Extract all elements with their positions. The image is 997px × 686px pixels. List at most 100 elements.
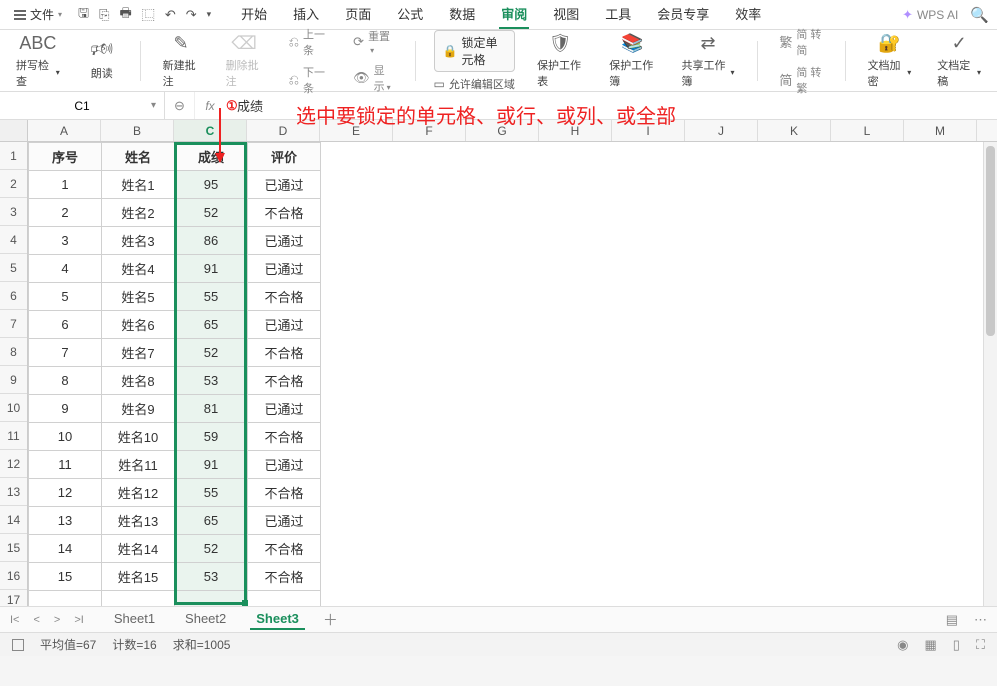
cell[interactable]: 86 [175,227,248,255]
sheet-first-icon[interactable]: I< [10,614,19,626]
show-button[interactable]: 👁显示 [349,61,397,95]
cell[interactable]: 11 [29,451,102,479]
menu-tab-2[interactable]: 页面 [343,0,373,29]
cell[interactable]: 1 [29,171,102,199]
spellcheck-button[interactable]: ABC 拼写检查 [12,31,64,91]
cell[interactable]: 不合格 [248,563,321,591]
chevron-down-icon[interactable]: ▾ [207,9,212,20]
row-header-14[interactable]: 14 [0,506,27,534]
lock-cell-button[interactable]: 🔒 锁定单元格 [434,30,516,72]
cell[interactable]: 不合格 [248,339,321,367]
share-book-button[interactable]: ⇄ 共享工作簿 [678,31,739,91]
cell[interactable]: 不合格 [248,479,321,507]
row-header-15[interactable]: 15 [0,534,27,562]
cell[interactable]: 姓名7 [102,339,175,367]
col-header-C[interactable]: C [174,120,247,141]
cell[interactable]: 53 [175,367,248,395]
cell[interactable] [175,591,248,607]
cell[interactable]: 55 [175,283,248,311]
row-header-9[interactable]: 9 [0,366,27,394]
menu-tab-4[interactable]: 数据 [447,0,477,29]
menu-tab-7[interactable]: 工具 [603,0,633,29]
header-cell[interactable]: 姓名 [102,143,175,171]
name-box-input[interactable] [42,99,122,113]
selection-mode-icon[interactable] [12,639,24,651]
row-header-2[interactable]: 2 [0,170,27,198]
cell[interactable]: 91 [175,451,248,479]
cell[interactable]: 已通过 [248,451,321,479]
page-view-icon[interactable]: ▯ [953,637,960,653]
prev-comment-button[interactable]: ⎌上一条 [285,25,332,59]
cell[interactable]: 52 [175,339,248,367]
col-header-A[interactable]: A [28,120,101,141]
search-icon[interactable]: 🔍 [970,6,989,24]
row-header-8[interactable]: 8 [0,338,27,366]
sheet-list-icon[interactable]: ▤ [946,612,958,628]
fullscreen-icon[interactable]: ⛶ [976,637,985,653]
cell[interactable]: 不合格 [248,423,321,451]
preview-icon[interactable]: ⿺ [142,5,155,24]
sheet-tab-Sheet3[interactable]: Sheet3 [250,609,305,630]
cell[interactable]: 12 [29,479,102,507]
select-all-corner[interactable] [0,120,28,142]
menu-tab-9[interactable]: 效率 [733,0,763,29]
cell[interactable]: 65 [175,311,248,339]
wps-ai-button[interactable]: ✦ WPS AI [902,7,958,23]
row-header-4[interactable]: 4 [0,226,27,254]
cell[interactable]: 已通过 [248,311,321,339]
cell[interactable]: 姓名8 [102,367,175,395]
row-header-13[interactable]: 13 [0,478,27,506]
header-cell[interactable]: 序号 [29,143,102,171]
cell[interactable]: 已通过 [248,171,321,199]
sheet-next-icon[interactable]: > [54,614,60,626]
file-menu[interactable]: 文件 ▾ [8,4,68,25]
row-header-3[interactable]: 3 [0,198,27,226]
vertical-scrollbar[interactable] [983,142,997,606]
cell[interactable]: 姓名2 [102,199,175,227]
eye-icon[interactable]: ◉ [897,637,908,653]
cell[interactable]: 已通过 [248,395,321,423]
cell[interactable]: 姓名11 [102,451,175,479]
redo-icon[interactable]: ↷ [186,7,197,23]
cancel-formula-icon[interactable]: ⊖ [165,92,195,119]
cell[interactable]: 姓名9 [102,395,175,423]
undo-icon[interactable]: ↶ [165,7,176,23]
cell[interactable]: 14 [29,535,102,563]
cell[interactable]: 59 [175,423,248,451]
cell[interactable]: 91 [175,255,248,283]
cell[interactable]: 不合格 [248,535,321,563]
cell[interactable]: 13 [29,507,102,535]
row-header-1[interactable]: 1 [0,142,27,170]
grid-view-icon[interactable]: ▦ [924,637,936,653]
sheet-tab-Sheet2[interactable]: Sheet2 [179,609,232,630]
cell[interactable]: 姓名3 [102,227,175,255]
add-sheet-button[interactable]: ＋ [323,609,338,630]
cell[interactable]: 不合格 [248,367,321,395]
to-simplified-button[interactable]: 繁简 转简 [775,25,826,59]
col-header-J[interactable]: J [685,120,758,141]
to-traditional-button[interactable]: 简简 转繁 [775,63,826,97]
cell[interactable]: 53 [175,563,248,591]
row-header-10[interactable]: 10 [0,394,27,422]
cell[interactable]: 8 [29,367,102,395]
cell[interactable] [29,591,102,607]
cell[interactable]: 7 [29,339,102,367]
sheet-menu-icon[interactable]: ⋯ [974,612,987,628]
reset-button[interactable]: ⟳重置 [349,27,397,57]
header-cell[interactable]: 成绩 [175,143,248,171]
cell[interactable]: 65 [175,507,248,535]
row-header-11[interactable]: 11 [0,422,27,450]
row-header-17[interactable]: 17 [0,590,27,606]
cells-area[interactable]: 序号姓名成绩评价1姓名195已通过2姓名252不合格3姓名386已通过4姓名49… [28,142,997,606]
header-cell[interactable]: 评价 [248,143,321,171]
cell[interactable]: 已通过 [248,255,321,283]
row-header-16[interactable]: 16 [0,562,27,590]
cell[interactable]: 姓名10 [102,423,175,451]
cell[interactable]: 95 [175,171,248,199]
cell[interactable]: 55 [175,479,248,507]
cell[interactable]: 3 [29,227,102,255]
menu-tab-3[interactable]: 公式 [395,0,425,29]
cell[interactable]: 已通过 [248,507,321,535]
finalize-button[interactable]: ✓ 文档定稿 [933,31,985,91]
cell[interactable]: 姓名4 [102,255,175,283]
